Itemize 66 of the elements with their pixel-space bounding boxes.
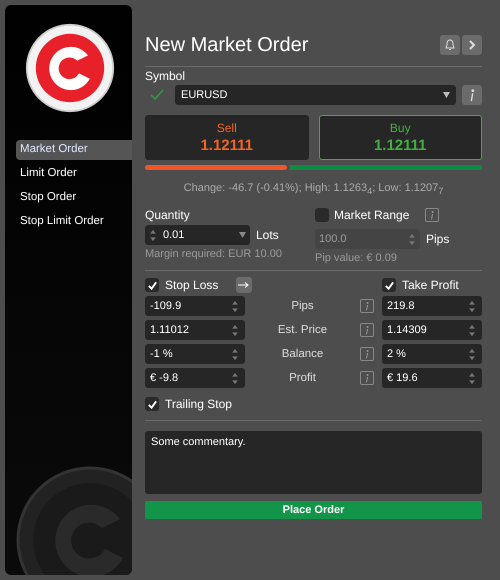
info-icon	[430, 210, 434, 220]
stop-loss-field[interactable]: 1.11012	[145, 320, 245, 340]
info-button[interactable]	[360, 323, 374, 338]
checkbox[interactable]	[382, 278, 396, 292]
info-icon	[365, 326, 369, 335]
spinner-icon[interactable]	[231, 300, 239, 313]
arrow-right-icon[interactable]	[236, 277, 252, 294]
bell-icon[interactable]	[440, 35, 460, 55]
market-range-label: Market Range	[334, 208, 410, 222]
checkbox[interactable]	[145, 397, 159, 412]
take-profit-field[interactable]: 1.14309	[382, 320, 482, 340]
stop-loss-field[interactable]: € -9.8	[145, 368, 245, 388]
margin-note: Margin required: EUR 10.00	[145, 248, 283, 260]
info-icon	[469, 88, 475, 102]
take-profit-field[interactable]: 2 %	[382, 344, 482, 364]
stop-loss-field[interactable]: -1 %	[145, 344, 245, 364]
lots-label: Lots	[256, 228, 279, 242]
info-icon	[365, 350, 369, 359]
symbol-label: Symbol	[145, 69, 186, 83]
take-profit-field[interactable]: € 19.6	[382, 368, 482, 388]
quantity-label: Quantity	[145, 208, 191, 222]
place-order-button[interactable]: Place Order	[145, 501, 482, 520]
info-button[interactable]	[360, 299, 374, 314]
logo-icon	[25, 23, 115, 113]
info-button[interactable]	[360, 371, 374, 386]
comment-field[interactable]: Some commentary.	[145, 431, 482, 494]
sell-button[interactable]: Sell 1.12111	[145, 115, 308, 160]
quantity-field[interactable]: 0.01	[145, 225, 250, 246]
stop-loss-label: Stop Loss	[165, 278, 218, 292]
take-profit-label: Take Profit	[402, 278, 459, 292]
checkbox[interactable]	[145, 278, 159, 292]
symbol-dropdown[interactable]: EURUSD	[175, 85, 456, 105]
trailing-stop-label: Trailing Stop	[165, 397, 232, 412]
spinner-icon[interactable]	[468, 372, 476, 385]
spinner-icon[interactable]	[468, 348, 476, 361]
window-title: New Market Order	[145, 34, 310, 56]
spinner-icon[interactable]	[468, 324, 476, 337]
info-icon	[365, 374, 369, 383]
pip-value-note: Pip value: € 0.09	[315, 252, 398, 264]
info-button[interactable]	[425, 208, 440, 222]
buy-button[interactable]: Buy 1.12111	[318, 115, 482, 160]
sidebar-item[interactable]: Stop Order	[16, 188, 132, 208]
row-label: Balance	[280, 348, 324, 360]
info-icon	[365, 302, 369, 311]
info-button[interactable]	[360, 347, 374, 362]
caret-icon	[443, 92, 450, 98]
spinner-icon[interactable]	[231, 348, 239, 361]
sidebar-item[interactable]: Stop Limit Order	[16, 212, 132, 232]
row-label: Pips	[290, 300, 315, 312]
spinner-icon[interactable]	[149, 228, 157, 242]
checkbox[interactable]	[315, 208, 329, 222]
spinner-icon[interactable]	[231, 372, 239, 385]
pips-label: Pips	[426, 232, 450, 246]
sidebar-item[interactable]: Limit Order	[16, 164, 132, 184]
chevron-right-icon[interactable]	[462, 35, 482, 55]
spinner-icon[interactable]	[231, 324, 239, 337]
take-profit-field[interactable]: 219.8	[382, 296, 482, 316]
row-label: Profit	[288, 372, 317, 384]
stop-loss-field[interactable]: -109.9	[145, 296, 245, 316]
info-button[interactable]	[462, 85, 482, 105]
row-label: Est. Price	[276, 324, 328, 336]
spinner-icon[interactable]	[408, 232, 416, 246]
price-stats: Change: -46.7 (-0.41%); High: 1.1263$_{4}$; Low: 1.1207$_{7}$	[182, 182, 444, 196]
spinner-icon[interactable]	[468, 300, 476, 313]
sidebar-item[interactable]: Market Order	[16, 140, 132, 160]
caret-icon	[239, 232, 246, 238]
